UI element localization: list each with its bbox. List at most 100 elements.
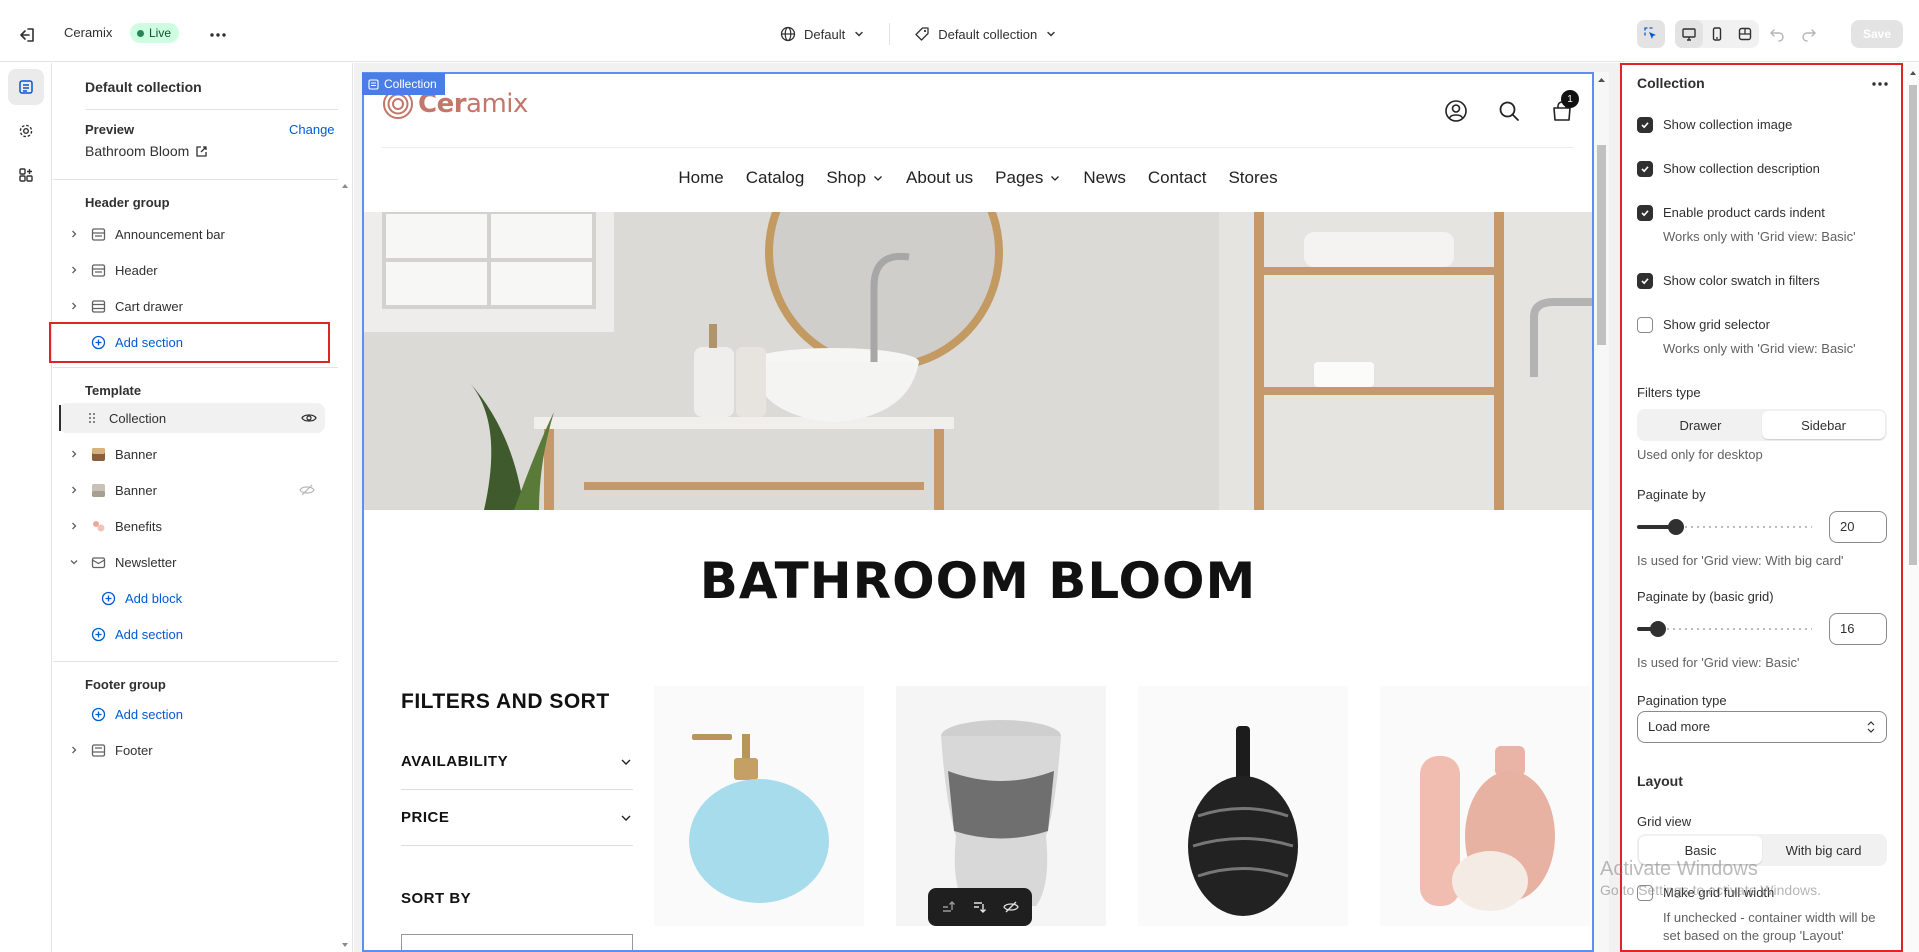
nav-catalog[interactable]: Catalog [746, 168, 805, 188]
nav-pages[interactable]: Pages [995, 168, 1061, 188]
section-banner-hidden[interactable]: Banner [65, 475, 323, 505]
template-selector[interactable]: Default collection [914, 26, 1057, 42]
section-banner[interactable]: Banner [65, 439, 323, 469]
divider [382, 147, 1574, 148]
sidebar-scrollbar[interactable] [338, 179, 352, 952]
theme-selector[interactable]: Default [780, 26, 865, 42]
section-label: Newsletter [115, 554, 177, 570]
footer-group-label: Footer group [85, 677, 166, 692]
nav-stores[interactable]: Stores [1228, 168, 1277, 188]
scrollbar-thumb[interactable] [1909, 85, 1917, 565]
nav-label: Contact [1147, 168, 1207, 187]
section-announcement-bar[interactable]: Announcement bar [65, 219, 323, 249]
section-tag[interactable]: Collection [362, 73, 445, 95]
show-grid-selector-checkbox[interactable]: Show grid selector [1637, 317, 1770, 333]
nav-shop[interactable]: Shop [826, 168, 884, 188]
chevron-right-icon[interactable] [65, 449, 83, 459]
product-card[interactable] [654, 686, 864, 926]
mobile-view-button[interactable] [1703, 20, 1731, 48]
section-header[interactable]: Header [65, 255, 323, 285]
chevron-right-icon[interactable] [65, 485, 83, 495]
product-card[interactable] [1380, 686, 1590, 926]
checkbox-checked-icon[interactable] [1637, 161, 1653, 177]
chevron-right-icon[interactable] [65, 745, 83, 755]
add-section-button[interactable]: Add section [65, 619, 323, 649]
show-color-swatch-checkbox[interactable]: Show color swatch in filters [1637, 273, 1820, 289]
filters-type-sidebar[interactable]: Sidebar [1762, 411, 1885, 439]
checkbox-unchecked-icon[interactable] [1637, 317, 1653, 333]
checkbox-checked-icon[interactable] [1637, 273, 1653, 289]
paginate-by-basic-input[interactable]: 16 [1829, 613, 1887, 645]
grid-view-big-card[interactable]: With big card [1762, 836, 1885, 864]
nav-news[interactable]: News [1083, 168, 1126, 188]
move-up-icon[interactable] [940, 898, 958, 916]
select-value: Load more [1648, 719, 1711, 734]
preview-label: Preview [85, 122, 135, 137]
sort-by-select[interactable] [401, 934, 633, 950]
external-link-icon [195, 145, 208, 158]
checkbox-checked-icon[interactable] [1637, 117, 1653, 133]
chevron-down-icon[interactable] [65, 557, 83, 567]
slider-handle[interactable] [1668, 519, 1684, 535]
search-icon[interactable] [1496, 98, 1522, 124]
inspector-tool-button[interactable] [1637, 20, 1665, 48]
checkbox-checked-icon[interactable] [1637, 205, 1653, 221]
drag-handle-icon[interactable] [83, 412, 101, 424]
section-footer[interactable]: Footer [65, 735, 323, 765]
scrollbar-thumb[interactable] [1597, 145, 1606, 345]
chevron-right-icon[interactable] [65, 229, 83, 239]
sections-nav-button[interactable] [8, 69, 44, 105]
save-button[interactable]: Save [1851, 20, 1903, 48]
more-actions-icon[interactable] [207, 24, 229, 46]
section-cart-drawer[interactable]: Cart drawer [65, 291, 323, 321]
slider-handle[interactable] [1650, 621, 1666, 637]
section-collection[interactable]: Collection [59, 403, 325, 433]
preview-scrollbar[interactable] [1594, 72, 1609, 952]
context-selectors: Default Default collection [780, 22, 1057, 46]
hide-section-icon[interactable] [1002, 898, 1020, 916]
nav-label: Home [678, 168, 724, 187]
nav-about-us[interactable]: About us [906, 168, 973, 188]
enable-product-cards-indent-checkbox[interactable]: Enable product cards indent [1637, 205, 1825, 221]
add-section-button[interactable]: Add section [65, 699, 323, 729]
settings-scrollbar[interactable] [1906, 63, 1919, 952]
paginate-by-basic-slider[interactable] [1637, 621, 1812, 637]
desktop-view-button[interactable] [1675, 20, 1703, 48]
facet-availability[interactable]: AVAILABILITY [401, 734, 633, 790]
show-collection-description-checkbox[interactable]: Show collection description [1637, 161, 1820, 177]
paginate-by-slider[interactable] [1637, 519, 1812, 535]
nav-home[interactable]: Home [678, 168, 723, 188]
more-actions-icon[interactable] [1869, 73, 1891, 95]
redo-button[interactable] [1795, 20, 1823, 48]
chevron-right-icon[interactable] [65, 301, 83, 311]
change-preview-link[interactable]: Change [289, 122, 335, 137]
redo-icon [1801, 26, 1817, 42]
fullscreen-view-button[interactable] [1731, 20, 1759, 48]
eye-icon[interactable] [301, 411, 317, 425]
filters-type-drawer[interactable]: Drawer [1639, 411, 1762, 439]
section-newsletter[interactable]: Newsletter [65, 547, 323, 577]
product-card[interactable] [1138, 686, 1348, 926]
account-icon[interactable] [1443, 98, 1469, 124]
chevron-down-icon [1049, 172, 1061, 184]
eye-hidden-icon[interactable] [299, 483, 315, 497]
chevron-down-icon [853, 28, 865, 40]
chevron-right-icon[interactable] [65, 521, 83, 531]
footer-section-icon [89, 743, 107, 758]
pagination-type-select[interactable]: Load more [1637, 711, 1887, 743]
nav-contact[interactable]: Contact [1148, 168, 1207, 188]
undo-button[interactable] [1763, 20, 1791, 48]
section-benefits[interactable]: Benefits [65, 511, 323, 541]
move-down-icon[interactable] [971, 898, 989, 916]
show-collection-image-checkbox[interactable]: Show collection image [1637, 117, 1792, 133]
chevron-right-icon[interactable] [65, 265, 83, 275]
help-text: If unchecked - container width will be s… [1663, 910, 1876, 943]
facet-price[interactable]: PRICE [401, 790, 633, 846]
add-block-button[interactable]: Add block [93, 583, 323, 613]
theme-settings-nav-button[interactable] [8, 113, 44, 149]
preview-value[interactable]: Bathroom Bloom [85, 143, 208, 159]
apps-nav-button[interactable] [8, 157, 44, 193]
paginate-by-input[interactable]: 20 [1829, 511, 1887, 543]
header-section-icon [89, 263, 107, 278]
exit-icon[interactable] [17, 25, 37, 45]
